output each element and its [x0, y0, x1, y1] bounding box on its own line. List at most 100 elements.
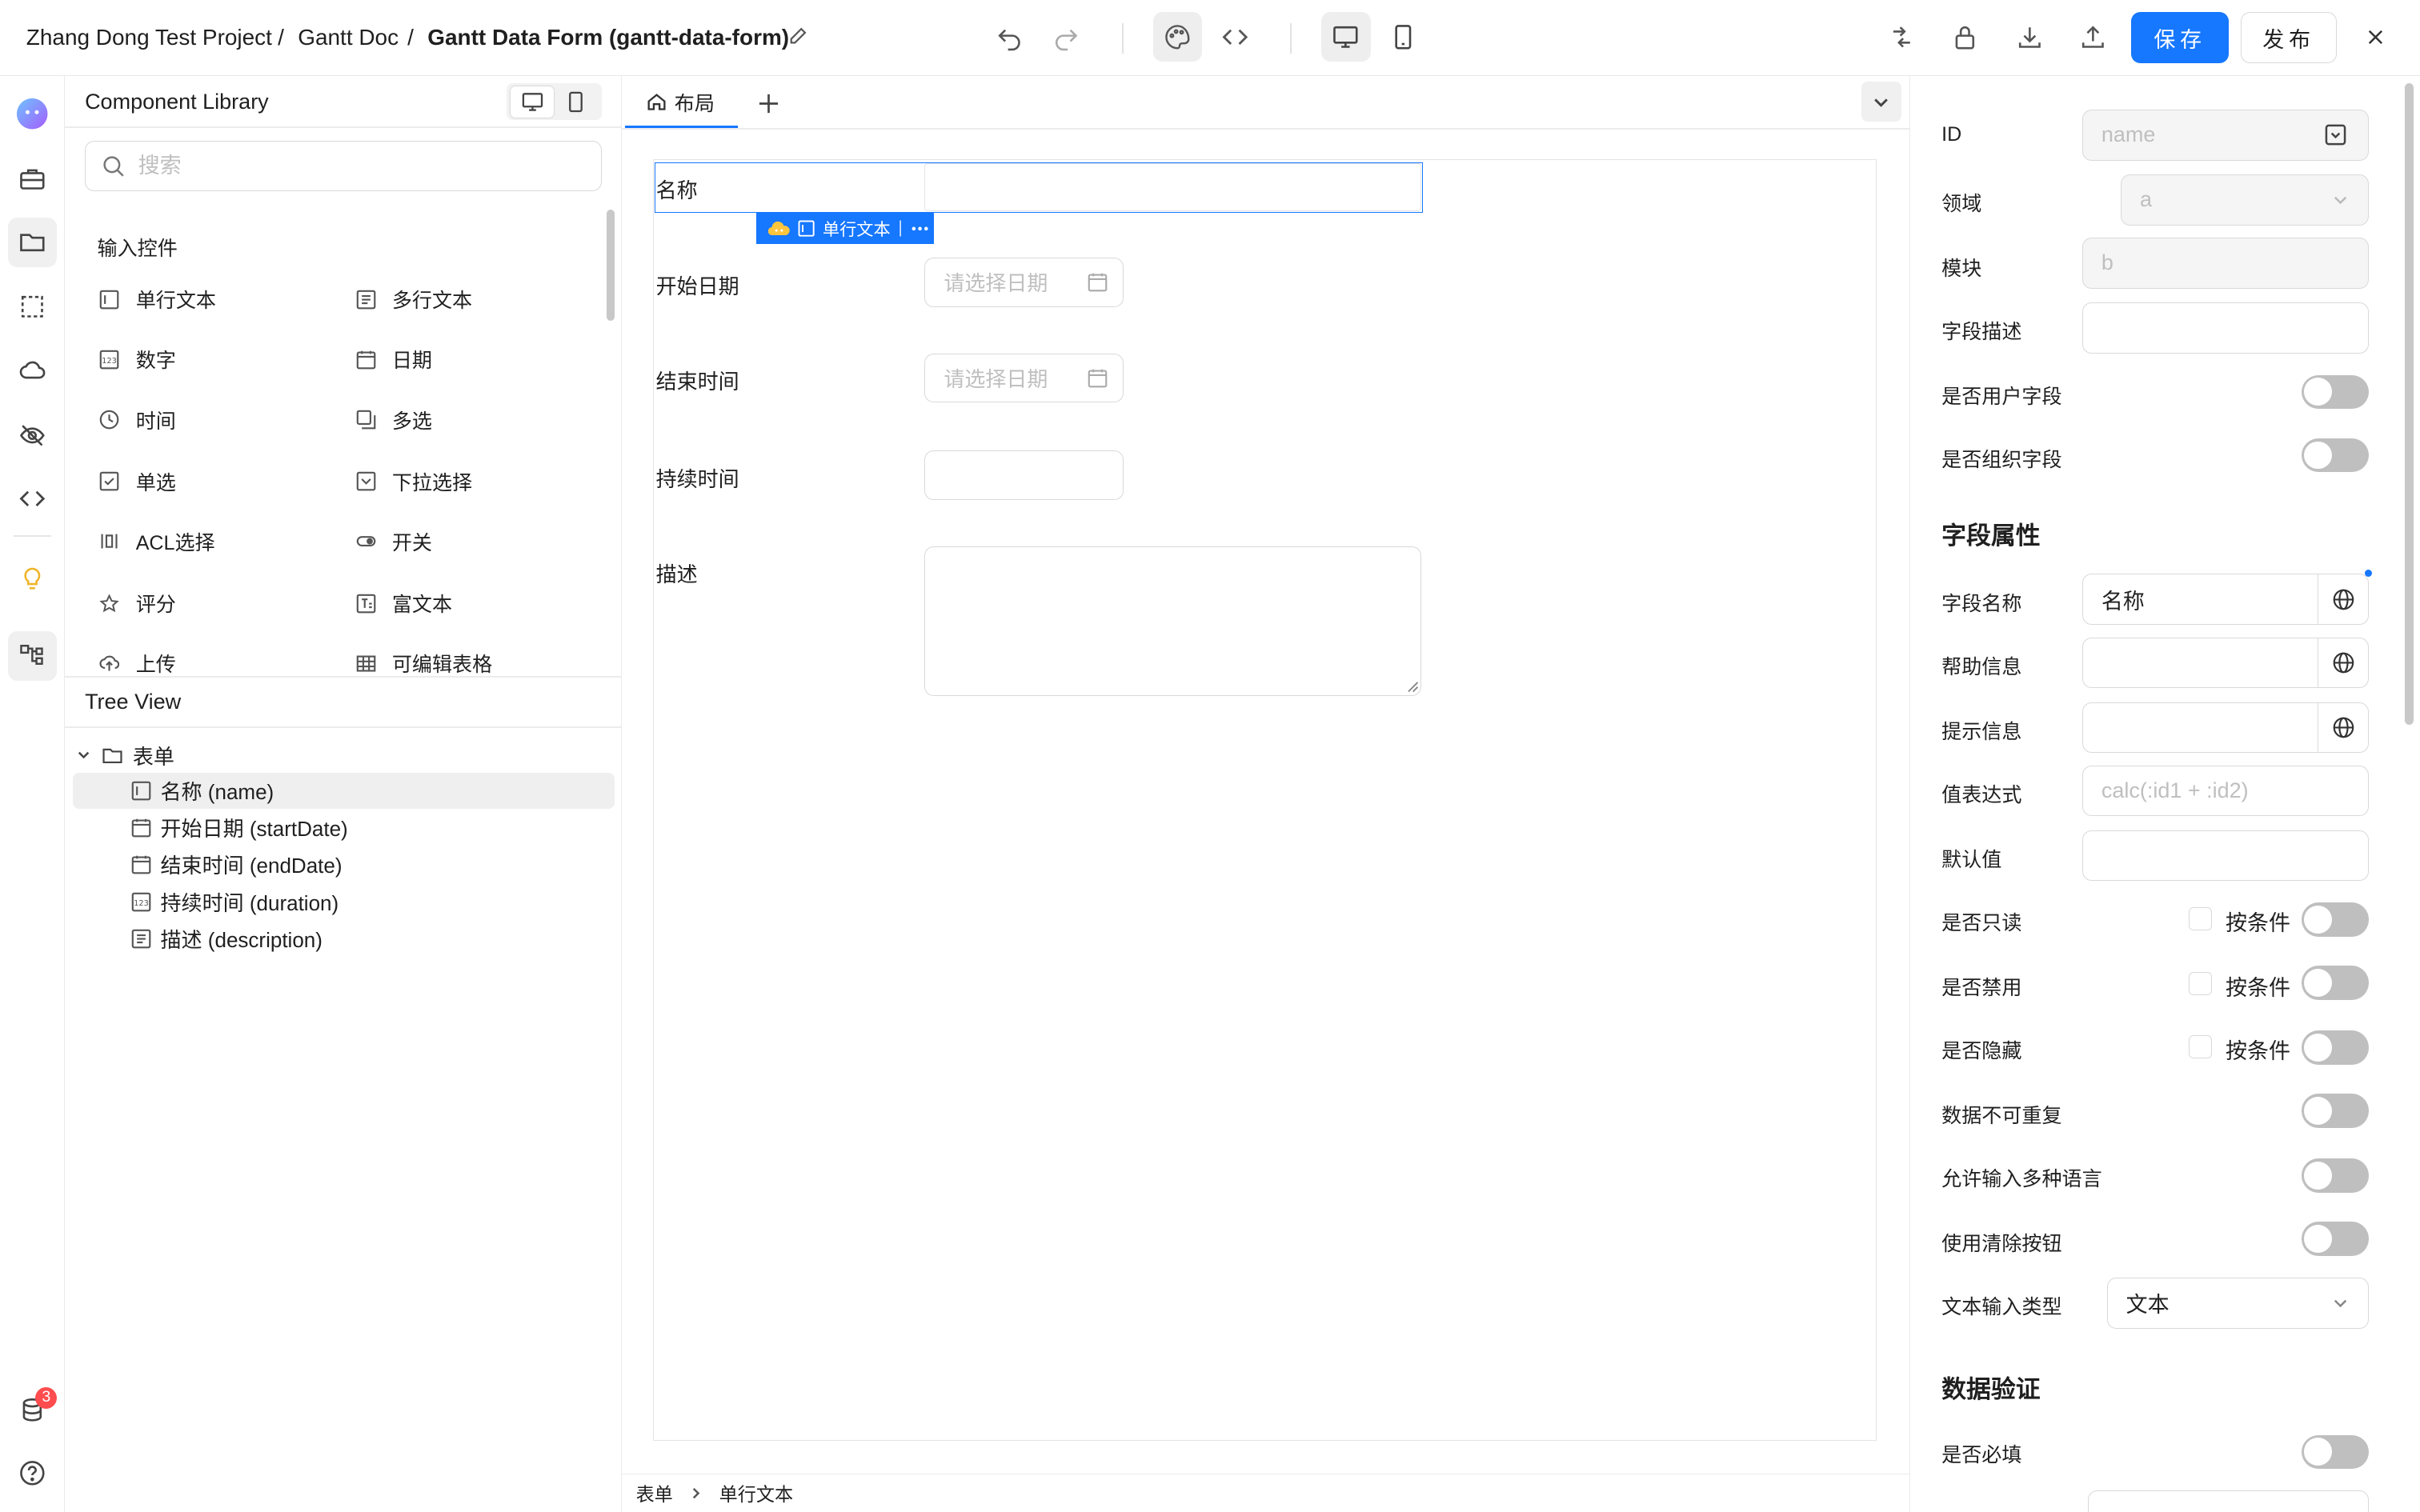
component-rating[interactable]: 评分: [98, 585, 176, 622]
mobile-icon[interactable]: [554, 86, 597, 118]
readonly-conditional-checkbox[interactable]: [2188, 907, 2212, 930]
disabled-toggle[interactable]: [2301, 966, 2370, 1000]
upload-icon[interactable]: [2068, 12, 2118, 62]
tree-item-duration[interactable]: 123 持续时间 (duration): [73, 884, 615, 919]
globe-icon[interactable]: [2317, 574, 2369, 625]
lock-icon[interactable]: [1940, 12, 1989, 62]
module-input[interactable]: b: [2081, 238, 2370, 289]
tree-item-description[interactable]: 描述 (description): [73, 921, 615, 956]
edit-pencil-icon[interactable]: [787, 26, 807, 46]
globe-icon[interactable]: [2317, 702, 2369, 753]
field-name-label: 字段名称: [1941, 592, 2022, 615]
close-icon[interactable]: [2350, 12, 2400, 62]
ai-icon[interactable]: [768, 220, 791, 237]
description-textarea[interactable]: [924, 546, 1422, 696]
eye-off-icon[interactable]: [8, 410, 58, 460]
code-icon[interactable]: [1210, 12, 1260, 62]
tree-root-form[interactable]: 表单: [74, 738, 615, 773]
selection-icon[interactable]: [8, 282, 58, 332]
domain-select[interactable]: a: [2120, 174, 2370, 226]
publish-button[interactable]: 发布: [2241, 12, 2337, 64]
field-desc-input[interactable]: [2081, 302, 2370, 354]
is-user-field-toggle[interactable]: [2301, 374, 2370, 410]
component-single-line-text[interactable]: 单行文本: [98, 281, 216, 318]
search-input[interactable]: [138, 153, 571, 178]
tree-item-name[interactable]: 名称 (name): [72, 773, 615, 809]
required-toggle[interactable]: [2301, 1434, 2370, 1470]
notification-badge: 3: [35, 1386, 58, 1409]
component-list-scrollbar[interactable]: [606, 210, 615, 322]
mobile-preview-icon[interactable]: [1378, 12, 1428, 62]
more-icon[interactable]: [911, 226, 929, 232]
component-multi-select[interactable]: 多选: [355, 401, 432, 438]
undo-icon[interactable]: [984, 12, 1034, 62]
default-value-input[interactable]: [2081, 830, 2370, 882]
resize-handle-icon[interactable]: [1407, 681, 1419, 693]
download-icon[interactable]: [2005, 12, 2054, 62]
hidden-conditional-checkbox[interactable]: [2188, 1035, 2212, 1058]
dropdown-box-icon[interactable]: [2325, 124, 2346, 146]
acl-icon: [98, 530, 120, 552]
properties-scrollbar[interactable]: [2404, 83, 2414, 726]
status-crumb-form[interactable]: 表单: [636, 1479, 673, 1506]
unique-toggle[interactable]: [2301, 1094, 2370, 1128]
component-date[interactable]: 日期: [355, 341, 432, 378]
desktop-preview-icon[interactable]: [1320, 12, 1371, 62]
id-input[interactable]: name: [2081, 109, 2370, 161]
tab-layout[interactable]: 布局: [625, 78, 738, 129]
end-date-picker[interactable]: 请选择日期: [924, 353, 1124, 403]
max-length-input[interactable]: [2088, 1490, 2370, 1512]
component-rich-text[interactable]: 富文本: [355, 585, 452, 622]
flow-icon[interactable]: [7, 630, 58, 681]
field-name-input[interactable]: 名称: [2081, 574, 2370, 626]
briefcase-icon[interactable]: [8, 154, 58, 204]
chevron-down-icon[interactable]: [74, 746, 93, 764]
duration-input[interactable]: [924, 450, 1124, 500]
ai-assistant-icon[interactable]: [8, 90, 58, 139]
add-tab-icon[interactable]: [753, 85, 784, 122]
component-editable-table[interactable]: 可编辑表格: [355, 645, 492, 676]
text-input-type-select[interactable]: 文本: [2106, 1277, 2370, 1329]
palette-icon[interactable]: [1152, 12, 1203, 62]
hint-info-input[interactable]: [2081, 702, 2370, 754]
component-number[interactable]: 123 数字: [98, 341, 176, 378]
folder-icon[interactable]: [7, 217, 58, 267]
name-input[interactable]: [924, 163, 1422, 212]
lightbulb-icon[interactable]: [8, 552, 58, 602]
disabled-label: 是否禁用: [1941, 977, 2022, 1000]
is-org-field-toggle[interactable]: [2301, 438, 2370, 473]
redo-icon[interactable]: [1042, 12, 1092, 62]
tree-item-end-date[interactable]: 结束时间 (endDate): [73, 847, 615, 882]
multilang-toggle[interactable]: [2301, 1158, 2370, 1193]
component-label: ACL选择: [135, 531, 215, 554]
chevron-down-icon[interactable]: [1861, 82, 1902, 122]
toolbar-divider: [1122, 22, 1124, 54]
save-button[interactable]: 保存: [2131, 12, 2229, 64]
disabled-conditional-checkbox[interactable]: [2188, 972, 2212, 995]
component-upload[interactable]: 上传: [98, 645, 176, 676]
component-multi-line-text[interactable]: 多行文本: [355, 281, 472, 318]
status-crumb-field[interactable]: 单行文本: [719, 1479, 794, 1506]
globe-icon[interactable]: [2317, 638, 2369, 688]
desktop-icon[interactable]: [511, 86, 555, 118]
component-radio[interactable]: 单选: [98, 463, 176, 500]
component-switch[interactable]: 开关: [355, 523, 432, 560]
component-search[interactable]: [85, 140, 603, 192]
cloud-icon[interactable]: [8, 346, 58, 395]
breadcrumb-doc[interactable]: Gantt Doc: [298, 25, 399, 50]
component-acl-select[interactable]: ACL选择: [98, 523, 215, 560]
start-date-picker[interactable]: 请选择日期: [924, 258, 1124, 307]
disabled-conditional-label: 按条件: [2226, 976, 2291, 1001]
hidden-toggle[interactable]: [2301, 1030, 2370, 1065]
component-time[interactable]: 时间: [98, 401, 176, 438]
help-info-input[interactable]: [2081, 637, 2370, 689]
tree-item-start-date[interactable]: 开始日期 (startDate): [73, 810, 615, 846]
help-icon[interactable]: [8, 1449, 58, 1498]
readonly-toggle[interactable]: [2301, 902, 2370, 937]
breadcrumb-project[interactable]: Zhang Dong Test Project: [26, 25, 272, 50]
code-icon[interactable]: [8, 474, 58, 523]
value-expression-input[interactable]: calc(:id1 + :id2): [2081, 765, 2370, 817]
compare-icon[interactable]: [1877, 12, 1926, 62]
component-dropdown[interactable]: 下拉选择: [355, 463, 472, 500]
clear-button-toggle[interactable]: [2301, 1222, 2370, 1256]
